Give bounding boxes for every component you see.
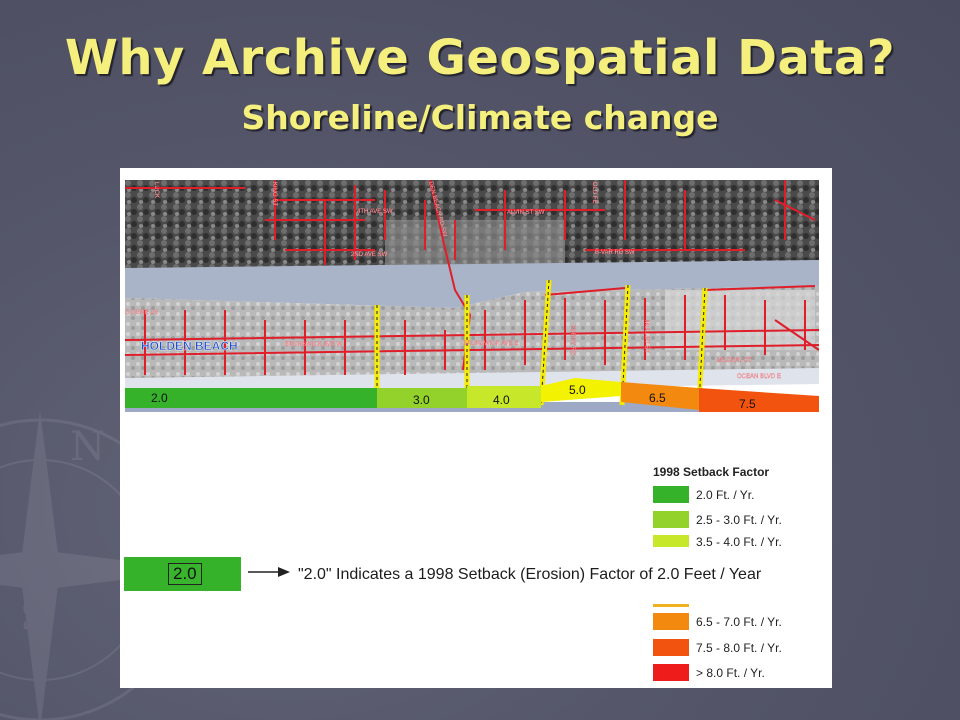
street-label: ALVIN ST SW (507, 210, 545, 216)
example-description: "2.0" Indicates a 1998 Setback (Erosion)… (298, 566, 762, 583)
legend-label: 7.5 - 8.0 Ft. / Yr. (696, 641, 782, 655)
street-label: MCCRAY ST (717, 358, 752, 364)
street-label: B-VAR RD SW (595, 250, 635, 256)
legend-label: 3.5 - 4.0 Ft. / Yr. (696, 535, 782, 547)
place-label: HOLDEN BEACH (141, 339, 238, 353)
setback-segment (699, 388, 819, 412)
arrow-right-icon (248, 567, 290, 577)
street-label: BRUNSWICK AVE E (463, 341, 518, 347)
aerial-map: 4TH AVE SW 2ND AVE SW ALVIN ST SW B-VAR … (125, 180, 819, 412)
legend-swatch (653, 511, 689, 528)
legend-title: 1998 Setback Factor (653, 465, 770, 479)
street-label: BRUNSWICK AVE W (285, 342, 342, 348)
legend-item: > 8.0 Ft. / Yr. (653, 664, 832, 682)
svg-text:S: S (20, 594, 47, 640)
legend-swatch (653, 613, 689, 630)
legend-label: 6.5 - 7.0 Ft. / Yr. (696, 615, 782, 629)
street-label: OLD FE (591, 182, 597, 204)
legend-swatch (653, 664, 689, 681)
street-label: 2ND AVE SW (351, 252, 388, 258)
slide-title: Why Archive Geospatial Data? (64, 30, 896, 86)
segment-label: 2.0 (151, 391, 168, 405)
street-label: LUCK (153, 182, 159, 198)
legend-swatch (653, 486, 689, 503)
legend-divider (653, 604, 689, 607)
legend-item-clipped: 3.5 - 4.0 Ft. / Yr. (653, 535, 823, 547)
segment-label: 3.0 (413, 393, 430, 407)
legend-item: 2.5 - 3.0 Ft. / Yr. (653, 511, 832, 529)
street-label: KING ST (271, 182, 277, 206)
legend-item: 7.5 - 8.0 Ft. / Yr. (653, 639, 832, 657)
legend-item: 2.0 Ft. / Yr. (653, 486, 832, 504)
segment-label: 5.0 (569, 383, 586, 397)
svg-text:N: N (70, 424, 105, 470)
segment-label: 6.5 (649, 391, 666, 405)
street-label: OCEAN BLVD E (737, 374, 781, 380)
legend-label: 2.5 - 3.0 Ft. / Yr. (696, 513, 782, 527)
slide-subtitle: Shoreline/Climate change (241, 98, 719, 137)
segment-label: 4.0 (493, 393, 510, 407)
legend-swatch (653, 639, 689, 656)
street-label: O DUNE LN (125, 310, 158, 316)
example-setback-box: 2.0 (124, 557, 241, 591)
setback-figure: 4TH AVE SW 2ND AVE SW ALVIN ST SW B-VAR … (120, 168, 832, 688)
legend-swatch (653, 535, 689, 547)
legend-label: 2.0 Ft. / Yr. (696, 488, 755, 502)
legend-item: 6.5 - 7.0 Ft. / Yr. (653, 613, 832, 631)
street-label: MULLET ST (643, 320, 649, 353)
segment-label: 7.5 (739, 397, 756, 411)
legend-label: > 8.0 Ft. / Yr. (696, 666, 765, 680)
street-label: 4TH AVE SW (357, 209, 393, 215)
street-label: FERRY RD (569, 325, 575, 356)
example-setback-value: 2.0 (168, 563, 202, 585)
